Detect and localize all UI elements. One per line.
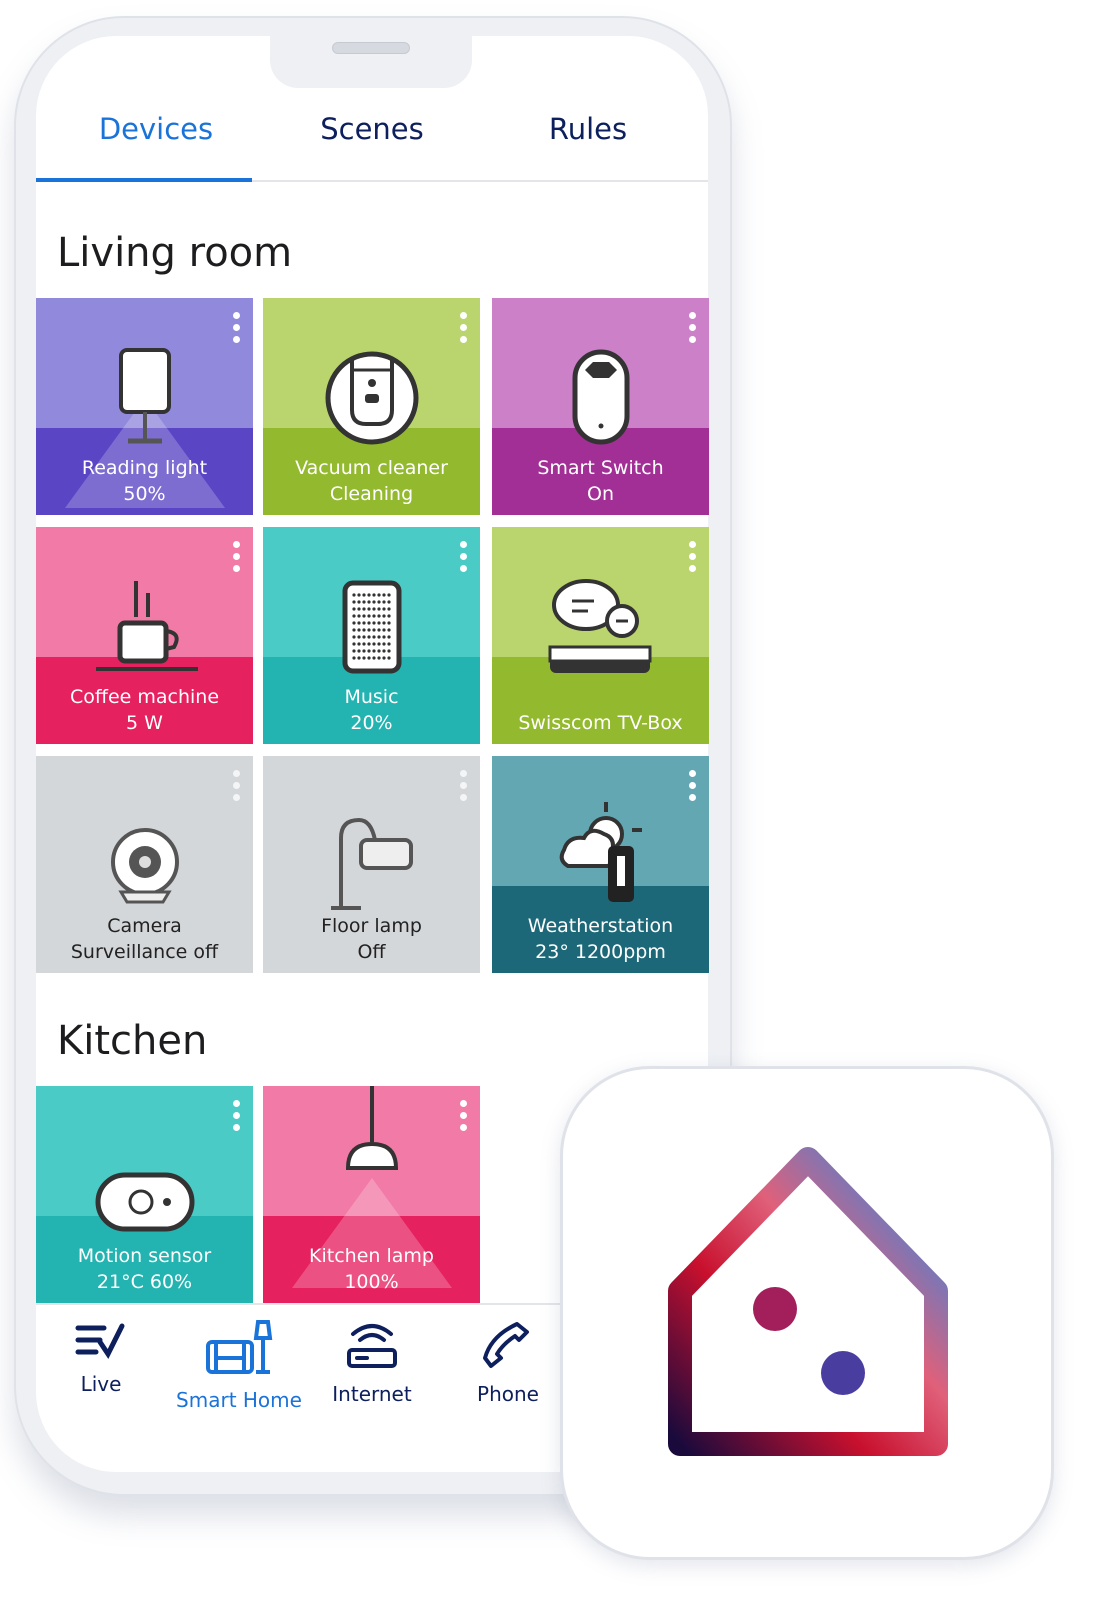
phone-icon <box>483 1322 529 1368</box>
device-status: Surveillance off <box>70 941 219 963</box>
more-options-icon[interactable] <box>460 312 468 348</box>
more-options-icon[interactable] <box>689 312 697 348</box>
device-label: Coffee machine 5 W <box>36 684 253 736</box>
device-status: Cleaning <box>329 483 414 505</box>
more-options-icon[interactable] <box>233 770 241 806</box>
more-options-icon[interactable] <box>460 541 468 577</box>
bottom-nav-divider <box>36 1303 560 1305</box>
more-options-icon[interactable] <box>233 541 241 577</box>
device-label: Weatherstation 23° 1200ppm <box>492 913 709 965</box>
device-name: Swisscom TV-Box <box>518 712 683 734</box>
device-name: Reading light <box>81 457 208 479</box>
device-tile-motion-sensor[interactable]: Motion sensor 21°C 60% <box>36 1086 253 1303</box>
device-name: Kitchen lamp <box>309 1245 434 1267</box>
device-status: 23° 1200ppm <box>535 941 666 963</box>
active-tab-indicator <box>36 178 252 182</box>
device-label: Smart Switch On <box>492 455 709 507</box>
nav-phone-label: Phone <box>477 1382 539 1406</box>
device-status: 50% <box>123 483 166 505</box>
device-label: Reading light 50% <box>36 455 253 507</box>
device-status: 5 W <box>126 712 163 734</box>
device-name: Weatherstation <box>527 915 674 937</box>
device-name: Music <box>344 686 399 708</box>
device-name: Vacuum cleaner <box>295 457 448 479</box>
device-tile-vacuum-cleaner[interactable]: Vacuum cleaner Cleaning <box>263 298 480 515</box>
speaker <box>332 42 410 54</box>
tab-scenes[interactable]: Scenes <box>264 112 480 146</box>
device-tile-coffee-machine[interactable]: Coffee machine 5 W <box>36 527 253 744</box>
device-name: Camera <box>107 915 182 937</box>
device-label: Music 20% <box>263 684 480 736</box>
phone-notch <box>270 36 472 88</box>
device-name: Floor lamp <box>321 915 422 937</box>
more-options-icon[interactable] <box>233 1100 241 1136</box>
device-label: Floor lamp Off <box>263 913 480 965</box>
device-label: Camera Surveillance off <box>36 913 253 965</box>
live-tv-icon <box>75 1323 125 1359</box>
nav-phone[interactable]: Phone <box>443 1320 573 1406</box>
device-status: 100% <box>344 1271 399 1293</box>
device-status: 20% <box>350 712 393 734</box>
more-options-icon[interactable] <box>689 541 697 577</box>
device-tile-camera[interactable]: Camera Surveillance off <box>36 756 253 973</box>
device-label: Motion sensor 21°C 60% <box>36 1243 253 1295</box>
device-label: Swisscom TV-Box <box>492 710 709 736</box>
nav-live-label: Live <box>80 1372 122 1396</box>
device-tile-smart-switch[interactable]: Smart Switch On <box>492 298 709 515</box>
device-status: On <box>587 483 614 505</box>
nav-smart-home[interactable]: Smart Home <box>174 1320 304 1412</box>
nav-live[interactable]: Live <box>36 1320 166 1396</box>
tab-rules[interactable]: Rules <box>480 112 696 146</box>
device-name: Motion sensor <box>77 1245 212 1267</box>
nav-internet-label: Internet <box>332 1382 412 1406</box>
device-name: Coffee machine <box>69 686 220 708</box>
device-name: Smart Switch <box>537 457 664 479</box>
device-status: Off <box>357 941 386 963</box>
device-label: Vacuum cleaner Cleaning <box>263 455 480 507</box>
more-options-icon[interactable] <box>233 312 241 348</box>
nav-internet[interactable]: Internet <box>307 1320 437 1406</box>
router-icon <box>347 1324 397 1368</box>
device-tile-swisscom-tv-box[interactable]: Swisscom TV-Box <box>492 527 709 744</box>
device-tile-reading-light[interactable]: Reading light 50% <box>36 298 253 515</box>
device-tile-music[interactable]: Music 20% <box>263 527 480 744</box>
more-options-icon[interactable] <box>689 770 697 806</box>
smart-home-app-icon <box>560 1066 1054 1560</box>
section-title-kitchen: Kitchen <box>57 1018 208 1064</box>
nav-smart-home-label: Smart Home <box>176 1388 302 1412</box>
device-status: 21°C 60% <box>96 1271 193 1293</box>
device-tile-weatherstation[interactable]: Weatherstation 23° 1200ppm <box>492 756 709 973</box>
smart-home-icon <box>206 1320 273 1374</box>
device-label: Kitchen lamp 100% <box>263 1243 480 1295</box>
more-options-icon[interactable] <box>460 1100 468 1136</box>
more-options-icon[interactable] <box>460 770 468 806</box>
device-tile-floor-lamp[interactable]: Floor lamp Off <box>263 756 480 973</box>
tab-devices[interactable]: Devices <box>48 112 264 146</box>
device-tile-kitchen-lamp[interactable]: Kitchen lamp 100% <box>263 1086 480 1303</box>
section-title-living-room: Living room <box>57 230 293 276</box>
house-sliders-logo-icon <box>668 1147 948 1456</box>
